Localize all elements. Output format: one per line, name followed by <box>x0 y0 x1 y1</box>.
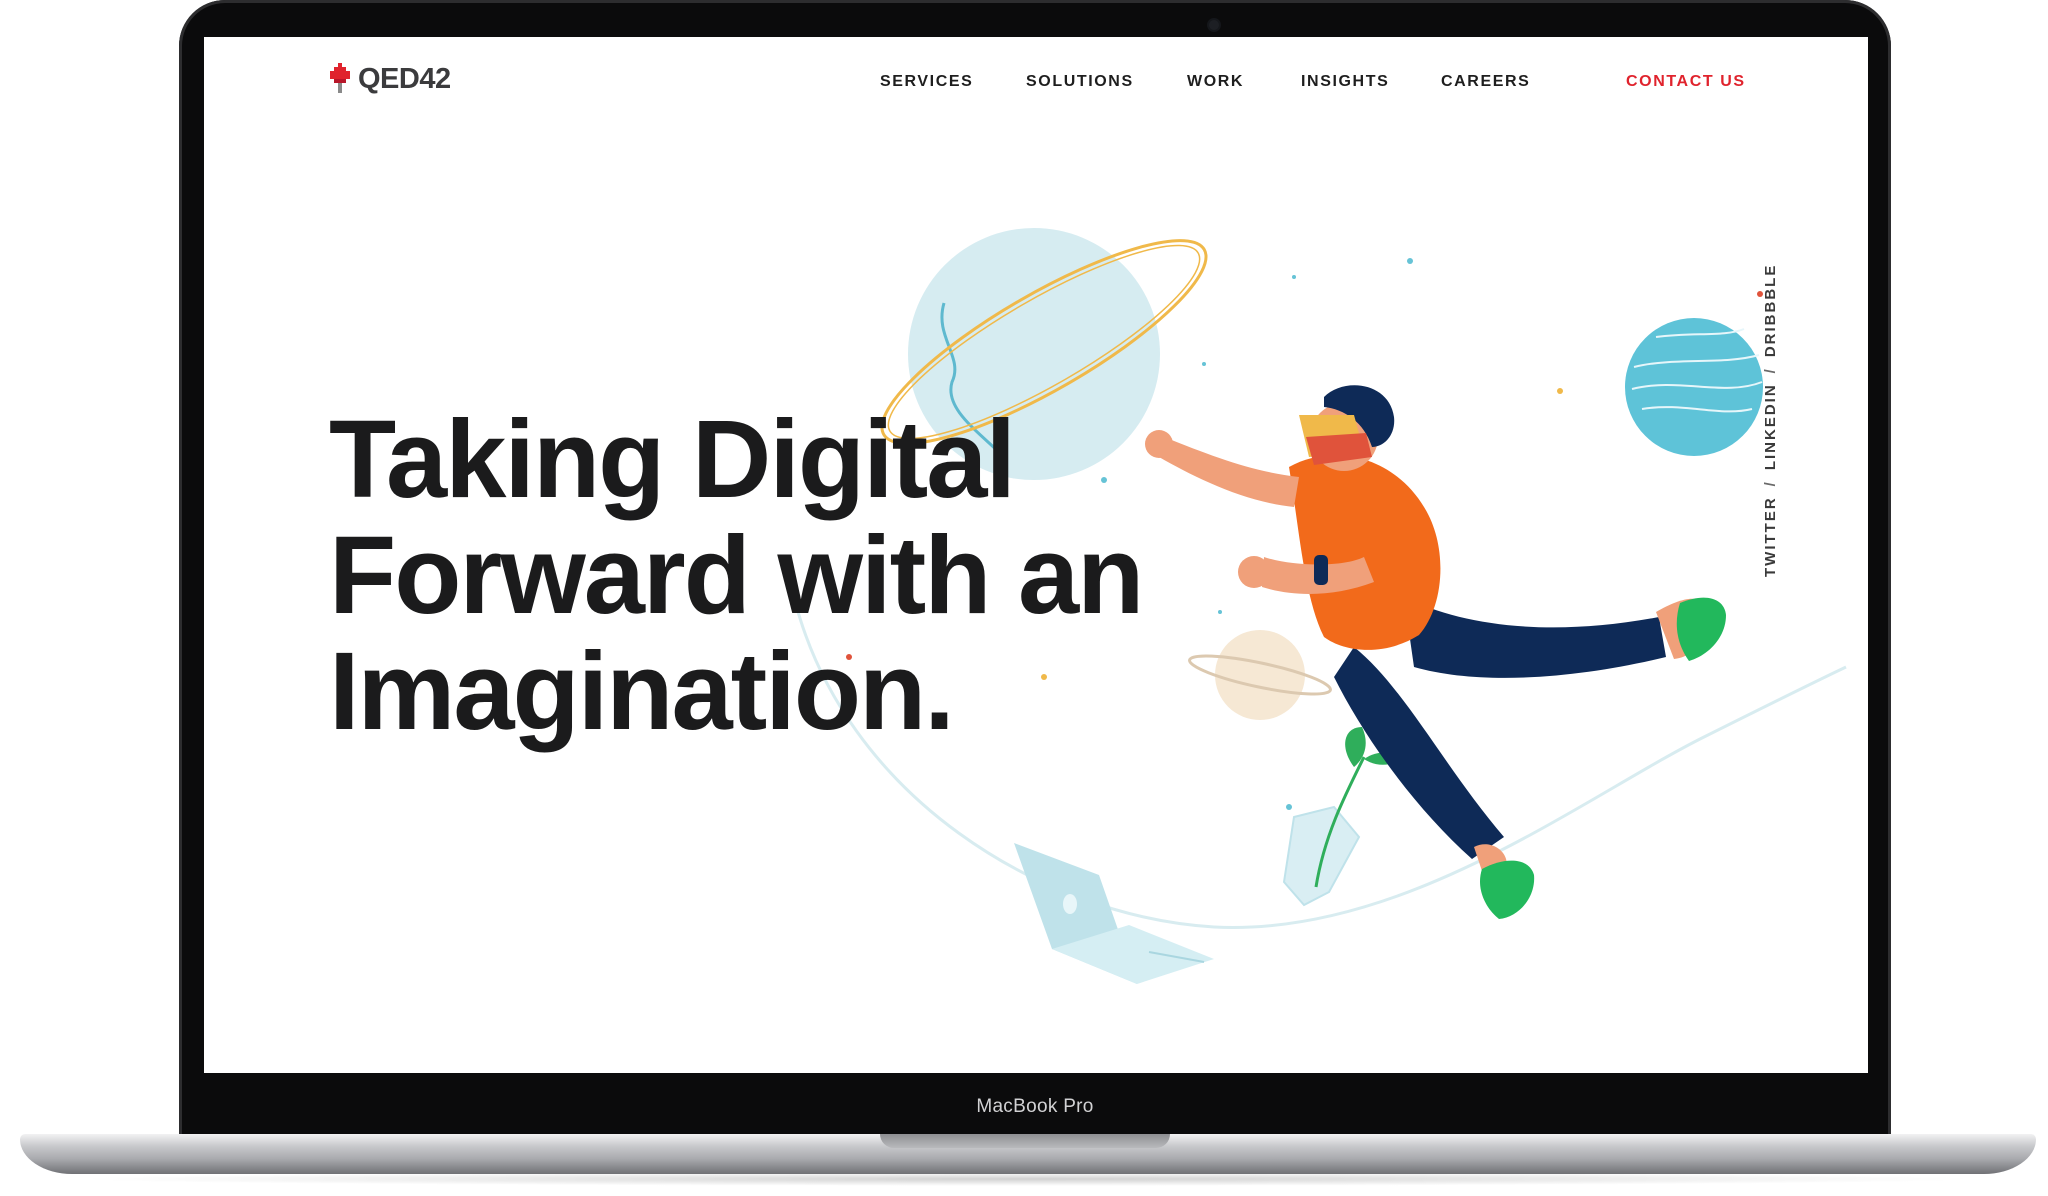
laptop-notch <box>880 1134 1170 1148</box>
hero-line-2: Forward with an <box>329 514 1144 637</box>
social-separator: / <box>1762 480 1779 487</box>
small-planet <box>1215 630 1305 720</box>
website-screen: QED42 SERVICES SOLUTIONS WORK INSIGHTS C… <box>204 37 1868 1073</box>
contact-us-link[interactable]: CONTACT US <box>1626 73 1746 91</box>
nav-careers[interactable]: CAREERS <box>1441 73 1530 91</box>
nav-work[interactable]: WORK <box>1187 73 1244 91</box>
device-label: MacBook Pro <box>976 1096 1094 1117</box>
main-nav: SERVICES SOLUTIONS WORK INSIGHTS CAREERS… <box>204 73 1868 93</box>
linkedin-link[interactable]: LINKEDIN <box>1762 383 1779 470</box>
dribbble-link[interactable]: DRIBBBLE <box>1762 264 1779 358</box>
hero-line-3: Imagination. <box>329 630 955 753</box>
laptop-shadow <box>70 1172 1986 1186</box>
hero-heading: Taking Digital Forward with an Imaginati… <box>329 402 1209 750</box>
social-separator: / <box>1762 367 1779 374</box>
twitter-link[interactable]: TWITTER <box>1762 496 1779 577</box>
camera-icon <box>1209 20 1219 30</box>
nav-solutions[interactable]: SOLUTIONS <box>1026 73 1134 91</box>
floating-laptop <box>1014 843 1214 984</box>
nav-insights[interactable]: INSIGHTS <box>1301 73 1389 91</box>
hero-line-1: Taking Digital <box>329 398 1016 521</box>
nav-services[interactable]: SERVICES <box>880 73 973 91</box>
